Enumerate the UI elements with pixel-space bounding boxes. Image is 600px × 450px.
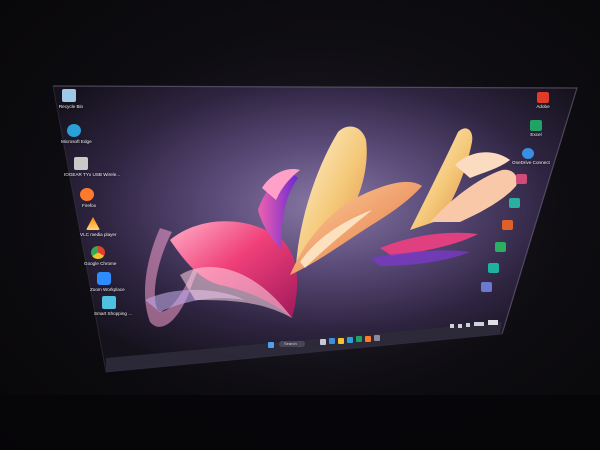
firefox-label: Firefox	[81, 203, 97, 208]
onedrive-label: OneDrive Connect	[512, 160, 550, 165]
app-icon[interactable]	[102, 296, 116, 309]
app-icon[interactable]	[516, 174, 527, 184]
start-button-icon	[268, 342, 274, 348]
chrome-label: Google Chrome	[84, 261, 117, 266]
app-icon[interactable]	[481, 282, 492, 292]
firefox-icon[interactable]	[80, 188, 94, 201]
app-label: Smart Shopping ...	[94, 311, 133, 316]
edge-label: Microsoft Edge	[61, 139, 92, 144]
recycle-bin-icon[interactable]	[62, 89, 76, 102]
powerpoint-icon[interactable]	[502, 220, 513, 230]
edge-icon[interactable]	[67, 124, 81, 137]
adobe-label: Adobe	[536, 104, 550, 109]
excel-label: Excel	[530, 132, 542, 137]
chrome-icon[interactable]	[91, 246, 105, 259]
adobe-icon[interactable]	[537, 92, 549, 103]
driver-app-icon[interactable]	[74, 157, 88, 170]
vlc-label: VLC media player	[80, 232, 117, 237]
driver-app-label: IOGEAR TYx USB Wirele...	[64, 172, 121, 177]
onedrive-icon[interactable]	[522, 148, 534, 159]
excel-icon[interactable]	[530, 120, 542, 131]
recycle-bin-label: Recycle Bin	[58, 104, 84, 109]
app-icon[interactable]	[509, 198, 520, 208]
zoom-icon[interactable]	[97, 272, 111, 285]
app-icon[interactable]	[488, 263, 499, 273]
app-icon[interactable]	[495, 242, 506, 252]
taskbar-search-label[interactable]: Search	[284, 341, 297, 346]
zoom-label: Zoom Workplace	[90, 287, 125, 292]
